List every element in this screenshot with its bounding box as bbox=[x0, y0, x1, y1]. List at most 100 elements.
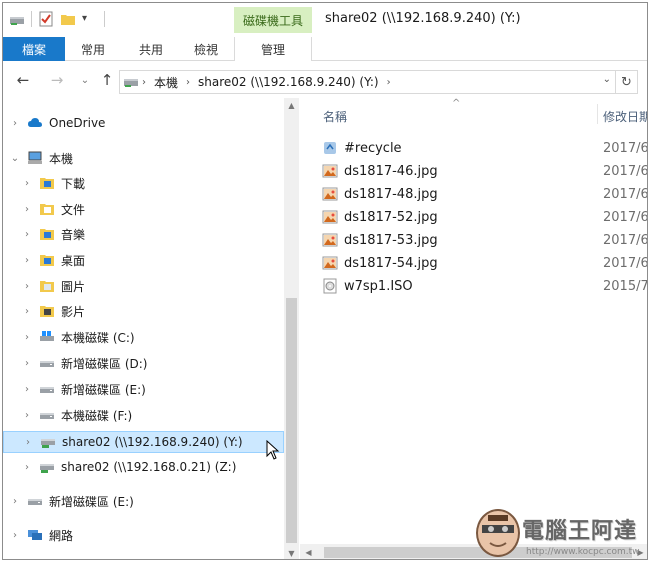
scroll-up-icon[interactable]: ▲ bbox=[284, 98, 299, 113]
expand-chevron-right-icon[interactable]: › bbox=[21, 204, 33, 215]
expand-chevron-right-icon[interactable]: › bbox=[22, 437, 34, 448]
breadcrumb-separator-icon[interactable]: › bbox=[142, 77, 146, 88]
expand-chevron-right-icon[interactable]: › bbox=[21, 229, 33, 240]
image-file-icon bbox=[322, 209, 338, 225]
videos-folder-icon bbox=[39, 304, 55, 318]
nav-pane-scrollbar[interactable]: ▲ ▼ bbox=[284, 98, 299, 559]
disc-image-icon bbox=[322, 278, 338, 294]
file-list-item[interactable]: ds1817-54.jpg 2017/6/ bbox=[322, 252, 647, 274]
expand-chevron-right-icon[interactable]: › bbox=[21, 410, 33, 421]
nav-item[interactable]: › 新增磁碟區 (D:) bbox=[3, 352, 284, 374]
nav-item-label: 新增磁碟區 (E:) bbox=[61, 382, 146, 397]
expand-chevron-right-icon[interactable]: › bbox=[21, 178, 33, 189]
desktop-folder-icon bbox=[39, 253, 55, 267]
up-arrow-icon[interactable]: ↑ bbox=[97, 70, 117, 90]
watermark-url: http://www.kocpc.com.tw bbox=[526, 547, 640, 557]
nav-item-label: 下載 bbox=[61, 176, 86, 191]
properties-icon[interactable] bbox=[38, 11, 54, 27]
address-bar[interactable]: › 本機 › share02 (\\192.168.9.240) (Y:) › … bbox=[119, 70, 616, 94]
network-drive-icon bbox=[39, 460, 55, 474]
expand-chevron-right-icon[interactable]: › bbox=[21, 358, 33, 369]
file-date-modified: 2017/6/ bbox=[603, 163, 648, 179]
file-list-item[interactable]: ds1817-53.jpg 2017/6/ bbox=[322, 229, 647, 251]
drive-icon bbox=[27, 494, 43, 508]
refresh-icon[interactable]: ↻ bbox=[616, 70, 638, 94]
breadcrumb-this-pc[interactable]: 本機 bbox=[154, 74, 178, 91]
new-folder-icon[interactable] bbox=[60, 11, 76, 27]
expand-chevron-down-icon[interactable]: ⌄ bbox=[9, 153, 21, 164]
breadcrumb-separator-icon[interactable]: › bbox=[387, 77, 391, 88]
file-date-modified: 2017/6/ bbox=[603, 209, 648, 225]
nav-item-label: 桌面 bbox=[61, 253, 86, 268]
forward-arrow-icon[interactable]: → bbox=[47, 70, 67, 90]
mascot-face-icon bbox=[476, 509, 520, 557]
expand-chevron-right-icon[interactable]: › bbox=[9, 530, 21, 541]
file-list-item[interactable]: ds1817-48.jpg 2017/6/ bbox=[322, 183, 647, 205]
nav-item-label: 新增磁碟區 (D:) bbox=[61, 356, 148, 371]
drive-icon bbox=[39, 408, 55, 422]
expand-chevron-right-icon[interactable]: › bbox=[21, 332, 33, 343]
nav-item[interactable]: › share02 (\\192.168.0.21) (Z:) bbox=[3, 456, 284, 478]
nav-item-label: 網路 bbox=[49, 528, 74, 543]
expand-chevron-right-icon[interactable]: › bbox=[21, 281, 33, 292]
expand-chevron-right-icon[interactable]: › bbox=[21, 384, 33, 395]
nav-item[interactable]: ⌄ 本機 bbox=[3, 147, 284, 169]
nav-item[interactable]: › 新增磁碟區 (E:) bbox=[3, 490, 284, 512]
image-file-icon bbox=[322, 232, 338, 248]
nav-item-label: 音樂 bbox=[61, 227, 86, 242]
scrollbar-thumb[interactable] bbox=[286, 298, 297, 543]
tab-view[interactable]: 檢視 bbox=[188, 37, 224, 61]
nav-item[interactable]: › 新增磁碟區 (E:) bbox=[3, 378, 284, 400]
expand-chevron-right-icon[interactable]: › bbox=[21, 306, 33, 317]
expand-chevron-right-icon[interactable]: › bbox=[21, 462, 33, 473]
nav-item[interactable]: › 網路 bbox=[3, 524, 284, 546]
nav-item[interactable]: › 圖片 bbox=[3, 275, 284, 297]
watermark-logo: 電腦王阿達 http://www.kocpc.com.tw bbox=[470, 507, 650, 565]
nav-item[interactable]: › OneDrive bbox=[3, 112, 284, 134]
quick-access-toolbar: ▾ bbox=[9, 11, 105, 27]
back-arrow-icon[interactable]: ← bbox=[13, 70, 33, 90]
nav-item[interactable]: › 音樂 bbox=[3, 223, 284, 245]
nav-item[interactable]: › 文件 bbox=[3, 198, 284, 220]
scroll-down-icon[interactable]: ▼ bbox=[284, 546, 299, 559]
title-bar: ▾ 磁碟機工具 share02 (\\192.168.9.240) (Y:) bbox=[3, 3, 647, 37]
file-list-item[interactable]: #recycle 2017/6/ bbox=[322, 137, 647, 159]
tab-manage[interactable]: 管理 bbox=[234, 37, 312, 61]
expand-chevron-right-icon[interactable]: › bbox=[9, 118, 21, 129]
column-divider[interactable] bbox=[597, 104, 598, 124]
drive-icon bbox=[39, 356, 55, 370]
recent-locations-chevron-icon[interactable]: ⌄ bbox=[75, 70, 95, 90]
chevron-down-icon[interactable]: ⌄ bbox=[603, 74, 611, 85]
file-list-item[interactable]: ds1817-46.jpg 2017/6/ bbox=[322, 160, 648, 182]
image-file-icon bbox=[322, 163, 338, 179]
watermark-title: 電腦王阿達 bbox=[522, 519, 638, 544]
file-name: ds1817-53.jpg bbox=[344, 232, 438, 248]
nav-item[interactable]: › 影片 bbox=[3, 300, 284, 322]
scroll-left-icon[interactable]: ◀ bbox=[300, 544, 317, 559]
tab-file[interactable]: 檔案 bbox=[3, 37, 65, 61]
nav-item[interactable]: › 本機磁碟 (C:) bbox=[3, 326, 284, 348]
expand-chevron-right-icon[interactable]: › bbox=[21, 255, 33, 266]
network-drive-icon bbox=[40, 435, 56, 449]
nav-item[interactable]: › share02 (\\192.168.9.240) (Y:) bbox=[3, 431, 284, 453]
column-header-name[interactable]: 名稱 bbox=[323, 108, 347, 125]
tab-home[interactable]: 常用 bbox=[75, 37, 111, 61]
customize-toolbar-icon[interactable]: ▾ bbox=[82, 11, 98, 27]
tab-share[interactable]: 共用 bbox=[133, 37, 169, 61]
navigation-pane: › OneDrive ⌄ 本機 › 下載 › 文件 › 音樂 › 桌面 › 圖片 › 影片 › 本機磁碟 (C:)… bbox=[3, 98, 299, 559]
nav-item-label: 新增磁碟區 (E:) bbox=[49, 494, 134, 509]
expand-chevron-right-icon[interactable]: › bbox=[9, 496, 21, 507]
breadcrumb-share02[interactable]: share02 (\\192.168.9.240) (Y:) bbox=[198, 75, 379, 89]
file-date-modified: 2015/7/ bbox=[603, 278, 648, 294]
nav-item[interactable]: › 桌面 bbox=[3, 249, 284, 271]
file-list-item[interactable]: w7sp1.ISO 2015/7/ bbox=[322, 275, 648, 297]
nav-item[interactable]: › 本機磁碟 (F:) bbox=[3, 404, 284, 426]
file-list-item[interactable]: ds1817-52.jpg 2017/6/ bbox=[322, 206, 648, 228]
nav-item-label: share02 (\\192.168.0.21) (Z:) bbox=[61, 460, 237, 474]
column-header-date-modified[interactable]: 修改日期 bbox=[603, 108, 647, 125]
drive-app-icon[interactable] bbox=[9, 11, 25, 27]
windows-drive-icon bbox=[39, 330, 55, 344]
breadcrumb-separator-icon[interactable]: › bbox=[186, 77, 190, 88]
nav-item[interactable]: › 下載 bbox=[3, 172, 284, 194]
window-title: share02 (\\192.168.9.240) (Y:) bbox=[325, 11, 521, 26]
